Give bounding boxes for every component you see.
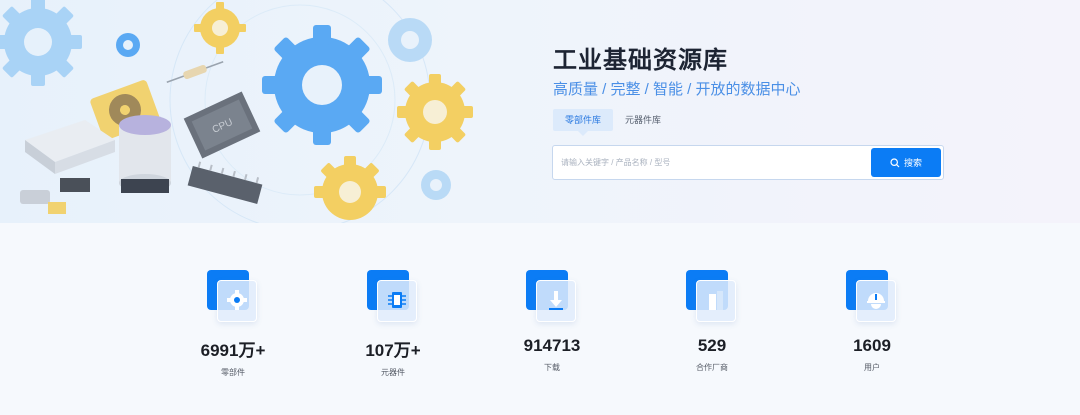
stat-icon-box — [367, 270, 419, 322]
resistor-icon — [166, 61, 224, 83]
page-title: 工业基础资源库 — [553, 47, 728, 74]
stat-label: 零部件 — [221, 368, 245, 377]
ic-chip-icon — [187, 161, 263, 204]
blue-gear-large-icon — [262, 25, 382, 145]
hero-illustration: CPU — [0, 0, 473, 223]
stat-value: 1609 — [853, 336, 891, 355]
stats-section: 6991万+ 零部件 107万+ 元器件 914713 下载 529 合作厂商 … — [0, 223, 1080, 415]
tab-parts-library[interactable]: 零部件库 — [553, 109, 614, 136]
search-button[interactable]: 搜索 — [871, 148, 941, 177]
yellow-gear-top-icon — [194, 2, 246, 54]
stat-icon-box — [846, 270, 898, 322]
chip-icon — [388, 292, 406, 308]
download-icon — [549, 291, 563, 310]
search-button-label: 搜索 — [903, 158, 922, 168]
stat-value: 107万+ — [365, 341, 421, 360]
crystal-icon — [20, 190, 50, 204]
stat-value: 914713 — [523, 336, 581, 355]
stat-icon-box — [526, 270, 578, 322]
stat-value: 6991万+ — [200, 341, 266, 360]
capacitor-icon — [119, 115, 171, 193]
stat-label: 元器件 — [381, 368, 405, 377]
hero-banner: CPU 工业基础资源库 高质量 / 完整 / 智能 / 开放的数据中心 零部件库… — [0, 0, 1080, 223]
stat-vendors: 529 合作厂商 — [652, 270, 772, 373]
yellow-gear-icon — [397, 74, 473, 150]
search-tabs: 零部件库 元器件库 — [553, 109, 673, 136]
stat-icon-box — [686, 270, 738, 322]
stat-label: 下载 — [544, 363, 560, 372]
search-input[interactable] — [561, 152, 861, 173]
stat-parts: 6991万+ 零部件 — [173, 270, 293, 378]
light-blue-gear-icon — [0, 0, 82, 86]
cpu-chip-icon: CPU — [183, 91, 261, 159]
search-box: 搜索 — [552, 145, 944, 180]
building-icon — [709, 291, 723, 310]
gear-icon — [227, 290, 247, 310]
search-icon — [890, 157, 900, 167]
user-helmet-icon — [867, 293, 885, 309]
tab-components-library[interactable]: 元器件库 — [613, 109, 673, 131]
stat-icon-box — [207, 270, 259, 322]
stat-value: 529 — [697, 336, 727, 355]
stat-downloads: 914713 下载 — [492, 270, 612, 373]
stat-label: 合作厂商 — [696, 363, 728, 372]
stat-users: 1609 用户 — [812, 270, 932, 373]
page-subtitle: 高质量 / 完整 / 智能 / 开放的数据中心 — [553, 81, 801, 98]
stat-components: 107万+ 元器件 — [333, 270, 453, 378]
stat-label: 用户 — [864, 363, 880, 372]
yellow-gear-bottom-icon — [314, 156, 386, 220]
